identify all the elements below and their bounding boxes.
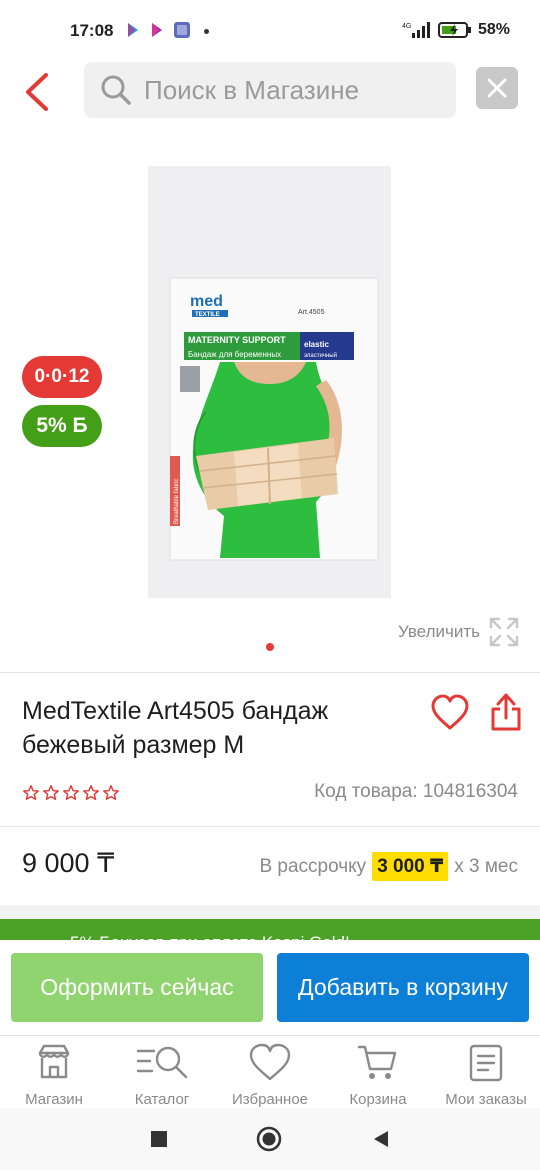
close-icon — [487, 78, 507, 98]
action-bar: Оформить сейчас Добавить в корзину — [0, 940, 540, 1036]
product-price: 9 000 ₸ — [22, 848, 115, 878]
svg-text:4G: 4G — [402, 23, 411, 30]
buy-now-button[interactable]: Оформить сейчас — [11, 953, 263, 1022]
tab-label: Корзина — [349, 1091, 407, 1108]
status-bar: 17:08 4G 58% — [0, 0, 540, 60]
tab-label: Мои заказы — [445, 1091, 527, 1108]
heart-icon — [431, 694, 469, 730]
battery-icon — [437, 22, 471, 38]
tab-cart[interactable]: Корзина — [324, 1037, 432, 1109]
svg-text:эластичный: эластичный — [304, 352, 337, 359]
square-icon — [151, 1131, 167, 1147]
signal-icon: 4G — [402, 22, 430, 38]
tab-shop[interactable]: Магазин — [0, 1037, 108, 1109]
product-photo[interactable]: MATERNITY SUPPORT Бандаж для беременных … — [148, 166, 391, 598]
heart-icon — [249, 1043, 291, 1081]
svg-text:Бандаж для беременных: Бандаж для беременных — [188, 350, 281, 359]
share-icon — [491, 693, 521, 731]
search-input[interactable]: Поиск в Магазине — [84, 62, 456, 118]
bonus-badge: 5% Б — [22, 405, 102, 447]
svg-text:elastic: elastic — [304, 340, 329, 349]
tab-label: Избранное — [231, 1091, 309, 1108]
clear-search-button[interactable] — [476, 67, 518, 109]
home-circle-icon — [256, 1126, 282, 1152]
section-separator — [0, 905, 540, 919]
rating-stars[interactable] — [22, 784, 120, 802]
svg-text:Breathable fabric: Breathable fabric — [174, 479, 180, 524]
system-back-button[interactable] — [368, 1126, 394, 1152]
system-nav-bar — [0, 1108, 540, 1170]
share-button[interactable] — [490, 692, 522, 732]
zoom-label: Увеличить — [398, 622, 480, 641]
expand-icon — [489, 617, 519, 647]
triangle-back-icon — [374, 1131, 388, 1147]
star-icon — [63, 785, 79, 801]
cart-icon — [357, 1045, 397, 1079]
divider — [0, 672, 540, 673]
star-icon — [83, 785, 99, 801]
star-icon — [23, 785, 39, 801]
status-time: 17:08 — [70, 21, 114, 40]
installment-badge: 0·0·12 — [22, 356, 102, 398]
play-store-icon — [128, 23, 138, 37]
add-to-cart-button[interactable]: Добавить в корзину — [277, 953, 529, 1022]
battery-percent: 58% — [477, 21, 510, 38]
tab-favorites[interactable]: Избранное — [216, 1037, 324, 1109]
app-notification-icon — [174, 22, 190, 38]
divider — [0, 826, 540, 827]
svg-text:Art.4505: Art.4505 — [298, 309, 325, 316]
search-icon — [101, 75, 131, 105]
notification-dot — [204, 29, 209, 34]
star-icon — [103, 785, 119, 801]
tab-label: Каталог — [134, 1091, 190, 1108]
chevron-left-icon — [26, 73, 48, 111]
product-box-image: MATERNITY SUPPORT Бандаж для беременных … — [148, 166, 391, 598]
orders-icon — [469, 1044, 503, 1082]
play-store-icon — [152, 23, 162, 37]
bottom-tab-bar: Магазин Каталог Избранное Корзина Мои за… — [0, 1037, 540, 1109]
favorite-button[interactable] — [430, 694, 470, 732]
gallery-page-indicator — [266, 643, 274, 651]
back-button[interactable] — [16, 68, 56, 116]
product-sku: Код товара: 104816304 — [314, 781, 518, 802]
search-placeholder: Поиск в Магазине — [144, 74, 360, 105]
tab-orders[interactable]: Мои заказы — [432, 1037, 540, 1109]
tab-catalog[interactable]: Каталог — [108, 1037, 216, 1109]
installment-prefix: В рассрочку — [259, 855, 367, 877]
shop-icon — [38, 1044, 70, 1079]
product-title: MedTextile Art4505 бандаж бежевый размер… — [22, 697, 329, 759]
status-indicators: 4G 58% — [402, 20, 510, 40]
installment-info[interactable]: В рассрочку 3 000 ₸ x 3 мес — [259, 852, 518, 881]
installment-suffix: x 3 мес — [454, 855, 518, 877]
star-icon — [43, 785, 59, 801]
recent-apps-button[interactable] — [146, 1126, 172, 1152]
home-button[interactable] — [256, 1126, 282, 1152]
installment-amount: 3 000 ₸ — [372, 852, 449, 881]
catalog-search-icon — [136, 1046, 188, 1079]
svg-text:med: med — [190, 293, 223, 310]
svg-text:MATERNITY SUPPORT: MATERNITY SUPPORT — [188, 335, 286, 345]
svg-text:TEXTILE: TEXTILE — [195, 312, 220, 318]
tab-label: Магазин — [25, 1091, 83, 1108]
zoom-button[interactable]: Увеличить — [398, 616, 520, 648]
